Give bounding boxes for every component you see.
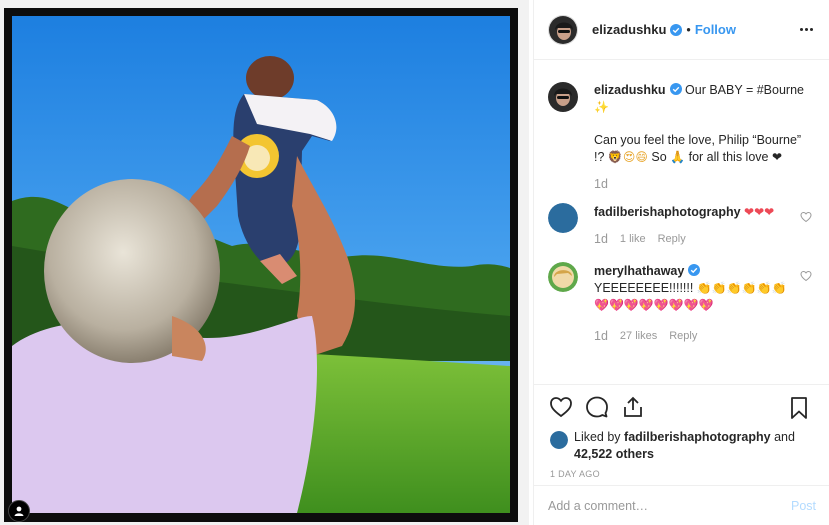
action-bar <box>534 385 829 429</box>
verified-badge-icon <box>688 264 701 276</box>
caption-text-line1: Our BABY = #Bourne <box>685 83 804 97</box>
comment-time[interactable]: 1d <box>594 231 608 248</box>
comment-reply-button[interactable]: Reply <box>658 231 686 248</box>
photo-frame <box>4 8 518 522</box>
tagged-users-icon[interactable] <box>8 500 30 522</box>
comment-hearts-emoji: ❤❤❤ <box>744 205 775 219</box>
more-options-icon[interactable] <box>797 20 815 38</box>
pray-emoji: 🙏 <box>670 150 686 164</box>
post-timestamp[interactable]: 1 DAY AGO <box>534 469 829 479</box>
comment-reply-button[interactable]: Reply <box>669 328 697 345</box>
sparkles-emoji: ✨ <box>594 100 609 114</box>
verified-badge-icon <box>670 23 683 36</box>
comment-like-heart-icon[interactable] <box>800 270 812 282</box>
likes-count[interactable]: 42,522 others <box>574 447 654 461</box>
photo-panel <box>0 0 529 525</box>
commenter-avatar[interactable] <box>548 262 578 292</box>
comment-hearts-emoji: 💖💖💖💖💖💖💖💖 <box>594 298 714 312</box>
liked-by-and: and <box>774 430 795 444</box>
post-comment-button[interactable]: Post <box>791 499 816 513</box>
liked-by-user[interactable]: fadilberishaphotography <box>624 430 771 444</box>
author-avatar[interactable] <box>548 14 578 45</box>
post-details-panel: elizadushku • Follow elizadushku Our BAB… <box>533 0 829 525</box>
header-separator: • <box>686 22 691 37</box>
caption-username[interactable]: elizadushku <box>594 83 666 97</box>
like-icon[interactable] <box>548 394 574 420</box>
post-photo[interactable] <box>12 16 510 513</box>
caption-emoji-group: 🦁😍😄 <box>607 150 648 164</box>
comment-username[interactable]: merylhathaway <box>594 264 684 278</box>
comment-username[interactable]: fadilberishaphotography <box>594 205 741 219</box>
caption-text-line3: for all this love <box>688 150 769 164</box>
add-comment-bar: Post <box>534 485 829 525</box>
comment-time[interactable]: 1d <box>594 328 608 345</box>
caption-text-so: So <box>651 150 667 164</box>
comment-clap-emoji: 👏👏👏👏👏👏 <box>696 281 787 295</box>
post-photo-illustration <box>12 16 510 513</box>
caption-avatar[interactable] <box>548 82 578 112</box>
caption: elizadushku Our BABY = #Bourne ✨ Can you… <box>548 82 816 193</box>
save-bookmark-icon[interactable] <box>786 395 812 421</box>
comment-icon[interactable] <box>584 394 610 420</box>
comment-like-heart-icon[interactable] <box>800 211 812 223</box>
comment-item: fadilberishaphotography ❤❤❤ 1d 1 like Re… <box>548 203 816 248</box>
comment-likes-count[interactable]: 27 likes <box>620 328 657 345</box>
post-footer: Liked by fadilberishaphotography and 42,… <box>534 384 829 525</box>
share-icon[interactable] <box>620 394 646 420</box>
liker-avatar[interactable] <box>550 431 568 449</box>
comment-text: YEEEEEEEE!!!!!!! <box>594 281 694 295</box>
follow-button[interactable]: Follow <box>695 22 736 37</box>
post-header: elizadushku • Follow <box>534 0 829 60</box>
heart-emoji: ❤ <box>771 150 783 164</box>
add-comment-input[interactable] <box>548 498 791 513</box>
caption-time[interactable]: 1d <box>594 176 608 193</box>
liked-by-prefix: Liked by <box>574 430 621 444</box>
verified-badge-icon <box>669 83 682 95</box>
comments-list[interactable]: elizadushku Our BABY = #Bourne ✨ Can you… <box>534 61 829 381</box>
liked-by-section: Liked by fadilberishaphotography and 42,… <box>534 429 829 463</box>
author-username[interactable]: elizadushku <box>592 22 666 37</box>
comment-likes-count[interactable]: 1 like <box>620 231 646 248</box>
commenter-avatar[interactable] <box>548 203 578 233</box>
comment-item: merylhathaway YEEEEEEEE!!!!!!! 👏👏👏👏👏👏 💖💖… <box>548 262 816 345</box>
